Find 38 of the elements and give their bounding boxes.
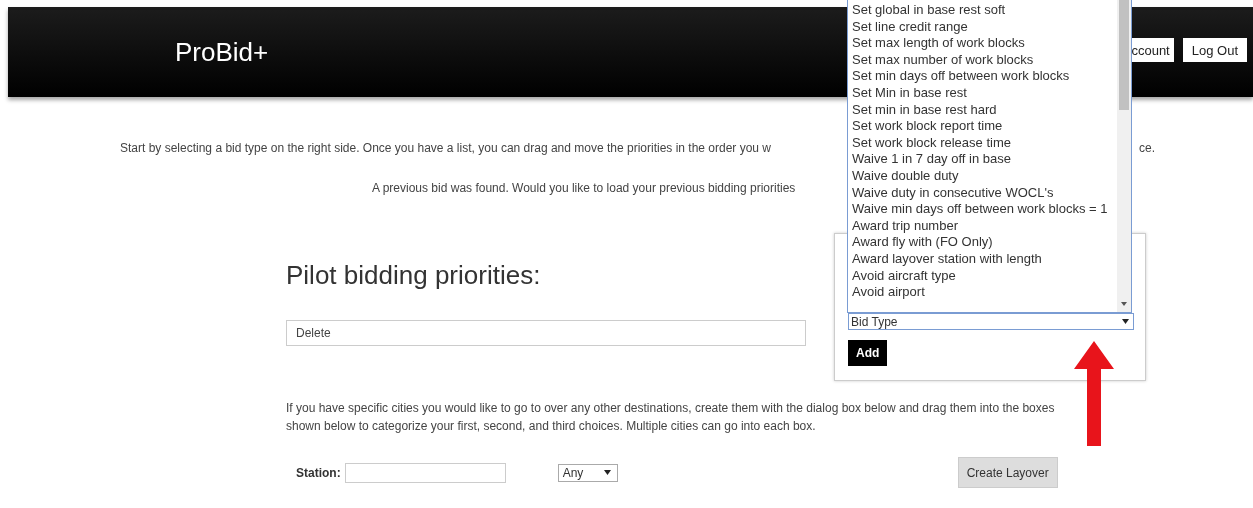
add-button[interactable]: Add (848, 340, 888, 366)
dropdown-option[interactable]: Set max number of work blocks (852, 51, 1117, 69)
section-heading: Pilot bidding priorities: (286, 260, 542, 291)
create-layover-button[interactable]: Create Layover (957, 457, 1058, 488)
caret-icon (1122, 319, 1129, 324)
station-input[interactable] (344, 462, 506, 483)
dropdown-option[interactable]: Award trip number (852, 217, 1117, 235)
dropdown-option[interactable]: Avoid aircraft type (852, 267, 1117, 285)
priority-row[interactable]: Delete (286, 320, 806, 346)
dropdown-option[interactable]: Waive 1 in 7 day off in base (852, 151, 1117, 168)
dropdown-option[interactable]: Set work block release time (852, 134, 1117, 152)
scrollbar[interactable] (1117, 0, 1131, 312)
bid-type-select[interactable]: Bid Type (848, 313, 1134, 330)
caret-icon (603, 470, 611, 475)
dropdown-option[interactable]: Waive double duty (852, 167, 1117, 185)
previous-bid-text: A previous bid was found. Would you like to load your previous bidding priorities (372, 181, 796, 195)
dropdown-option[interactable]: Set Min in base rest (852, 84, 1117, 102)
cities-instructions: If you have specific cities you would like to go to over any other destinations, create them with the dialog box below and drag them into the boxes shown below to categorize your first, second, and third choices. Multiple cities can go into each box. (286, 400, 1056, 435)
dropdown-option[interactable]: Set work block report time (852, 118, 1117, 135)
instruction-text: ce. (1139, 141, 1155, 155)
dropdown-option[interactable]: Waive duty in consecutive WOCL's (852, 184, 1117, 202)
dropdown-option[interactable]: Set global in base rest soft (852, 2, 1117, 19)
scroll-down-icon[interactable] (1121, 302, 1127, 306)
dropdown-option[interactable]: Waive min days off between work blocks = 1 (852, 201, 1117, 218)
dropdown-option[interactable]: Set line credit range (852, 18, 1117, 36)
dropdown-option[interactable]: Set min days off between work blocks (852, 68, 1117, 85)
length-select[interactable]: Any (557, 463, 618, 482)
instruction-text: Start by selecting a bid type on the right side. Once you have a list, you can drag and move the priorities in the order you w (120, 141, 772, 155)
nav-button[interactable]: Log Out (1182, 38, 1247, 62)
nav-button[interactable]: ccount (1129, 38, 1174, 62)
station-label: Station: (296, 465, 341, 480)
dropdown-option[interactable]: Set min in base rest hard (852, 101, 1117, 119)
site-title: ProBid+ (175, 36, 269, 68)
dropdown-option[interactable]: Avoid airport (852, 284, 1117, 301)
dropdown-option[interactable]: Award fly with (FO Only) (852, 234, 1117, 251)
arrow-icon (1074, 341, 1114, 446)
dropdown-option[interactable]: Award layover station with length (852, 250, 1117, 268)
dropdown-option[interactable]: Set max length of work blocks (852, 35, 1117, 52)
